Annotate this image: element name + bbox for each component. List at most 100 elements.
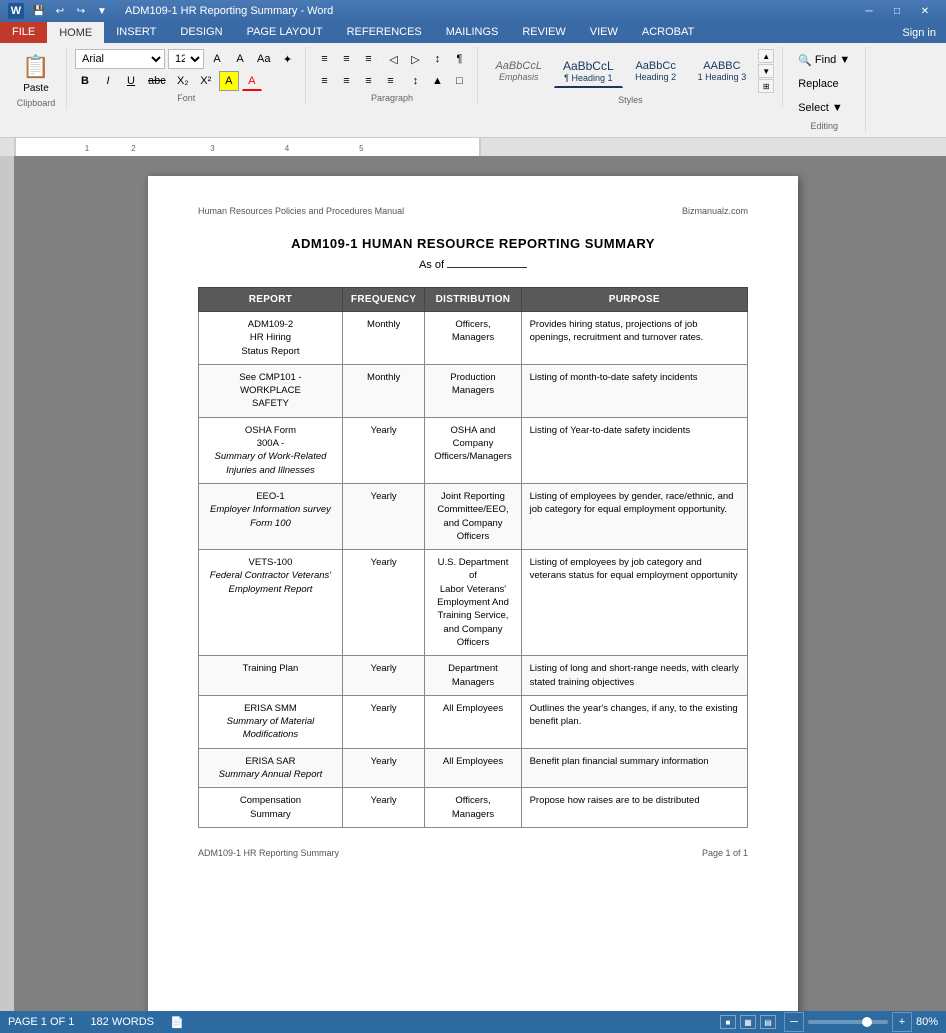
customize-icon[interactable]: ▼ [93, 2, 111, 20]
decrease-indent-button[interactable]: ◁ [383, 49, 403, 69]
close-button[interactable]: ✕ [912, 0, 938, 22]
align-right-button[interactable]: ≡ [358, 71, 378, 91]
vertical-ruler [0, 156, 14, 1011]
table-header-row: REPORT FREQUENCY DISTRIBUTION PURPOSE [199, 288, 748, 312]
report-cell: Training Plan [199, 656, 343, 696]
clipboard-group: 📋 Paste Clipboard [6, 47, 67, 110]
svg-text:1: 1 [85, 144, 90, 153]
table-row: ADM109-2HR HiringStatus Report Monthly O… [199, 312, 748, 365]
font-group: Arial 12 A A Aa ✦ B I U abc X₂ X² [67, 47, 306, 105]
bold-button[interactable]: B [75, 71, 95, 91]
tab-file[interactable]: FILE [0, 22, 47, 43]
zoom-in-button[interactable]: + [892, 1012, 912, 1032]
strikethrough-button[interactable]: abc [144, 71, 170, 91]
frequency-cell: Monthly [342, 312, 424, 365]
line-spacing-button[interactable]: ↕ [405, 71, 425, 91]
redo-icon[interactable]: ↪ [72, 2, 90, 20]
web-layout-view[interactable]: ▤ [760, 1015, 776, 1029]
report-cell: ERISA SARSummary Annual Report [199, 748, 343, 788]
font-shrink-button[interactable]: A [230, 49, 250, 69]
style-heading1[interactable]: AaBbCcL ¶ Heading 1 [554, 55, 623, 88]
report-cell: See CMP101 -WORKPLACESAFETY [199, 364, 343, 417]
sign-in[interactable]: Sign in [892, 22, 946, 43]
styles-scroll-up[interactable]: ▲ [758, 49, 774, 63]
multilevel-button[interactable]: ≡ [358, 49, 378, 69]
font-family-select[interactable]: Arial [75, 49, 165, 69]
style-emphasis[interactable]: AaBbCcL Emphasis [486, 56, 550, 86]
center-button[interactable]: ≡ [336, 71, 356, 91]
italic-button[interactable]: I [98, 71, 118, 91]
bullets-button[interactable]: ≡ [314, 49, 334, 69]
tab-home[interactable]: HOME [47, 22, 104, 43]
find-button[interactable]: 🔍 Find ▼ [791, 49, 857, 71]
increase-indent-button[interactable]: ▷ [405, 49, 425, 69]
tab-view[interactable]: VIEW [578, 22, 630, 43]
header-left: Human Resources Policies and Procedures … [198, 206, 404, 216]
tab-insert[interactable]: INSERT [104, 22, 168, 43]
zoom-out-button[interactable]: ─ [784, 1012, 804, 1032]
tab-references[interactable]: REFERENCES [335, 22, 434, 43]
title-bar-left: W 💾 ↩ ↪ ▼ ADM109-1 HR Reporting Summary … [8, 2, 333, 20]
zoom-slider[interactable] [808, 1020, 888, 1024]
text-highlight-button[interactable]: A [219, 71, 239, 91]
purpose-cell: Listing of employees by gender, race/eth… [521, 483, 747, 549]
zoom-level: 80% [916, 1016, 938, 1028]
print-layout-view[interactable]: ■ [720, 1015, 736, 1029]
tab-acrobat[interactable]: ACROBAT [630, 22, 706, 43]
save-icon[interactable]: 💾 [30, 2, 48, 20]
full-screen-view[interactable]: ▦ [740, 1015, 756, 1029]
table-row: VETS-100Federal Contractor Veterans' Emp… [199, 550, 748, 656]
replace-label: Replace [798, 78, 838, 90]
ribbon: HOME FILE INSERT DESIGN PAGE LAYOUT REFE… [0, 22, 946, 138]
font-clear-button[interactable]: ✦ [277, 49, 297, 69]
styles-scroll-down[interactable]: ▼ [758, 64, 774, 78]
frequency-cell: Yearly [342, 656, 424, 696]
maximize-button[interactable]: □ [884, 0, 910, 22]
font-color-button[interactable]: A [242, 71, 262, 91]
replace-button[interactable]: Replace [791, 73, 857, 95]
table-row: OSHA Form300A -Summary of Work-Related I… [199, 417, 748, 483]
align-left-button[interactable]: ≡ [314, 71, 334, 91]
tab-review[interactable]: REVIEW [510, 22, 577, 43]
font-size-select[interactable]: 12 [168, 49, 204, 69]
select-button[interactable]: Select ▼ [791, 97, 857, 119]
frequency-cell: Yearly [342, 483, 424, 549]
distribution-cell: All Employees [425, 748, 521, 788]
table-row: Training Plan Yearly DepartmentManagers … [199, 656, 748, 696]
shading-button[interactable]: ▲ [427, 71, 447, 91]
distribution-cell: U.S. Department ofLabor Veterans'Employm… [425, 550, 521, 656]
styles-expand[interactable]: ⊞ [758, 79, 774, 93]
distribution-cell: All Employees [425, 695, 521, 748]
report-cell: CompensationSummary [199, 788, 343, 828]
superscript-button[interactable]: X² [196, 71, 216, 91]
clipboard-controls: 📋 Paste [14, 49, 58, 96]
paste-button[interactable]: 📋 Paste [14, 49, 58, 96]
subscript-button[interactable]: X₂ [173, 71, 193, 91]
underline-button[interactable]: U [121, 71, 141, 91]
purpose-cell: Listing of Year-to-date safety incidents [521, 417, 747, 483]
font-case-button[interactable]: Aa [253, 49, 274, 69]
svg-text:2: 2 [131, 144, 136, 153]
font-grow-button[interactable]: A [207, 49, 227, 69]
undo-icon[interactable]: ↩ [51, 2, 69, 20]
tab-mailings[interactable]: MAILINGS [434, 22, 511, 43]
sort-button[interactable]: ↕ [427, 49, 447, 69]
purpose-cell: Propose how raises are to be distributed [521, 788, 747, 828]
header-right: Bizmanualz.com [682, 206, 748, 216]
para-row-1: ≡ ≡ ≡ ◁ ▷ ↕ ¶ [314, 49, 469, 69]
find-label: Find ▼ [815, 54, 850, 66]
style-heading3[interactable]: AABBC 1 Heading 3 [689, 56, 756, 86]
justify-button[interactable]: ≡ [380, 71, 400, 91]
report-cell: EEO-1Employer Information survey Form 10… [199, 483, 343, 549]
frequency-cell: Yearly [342, 417, 424, 483]
window-title: ADM109-1 HR Reporting Summary - Word [125, 5, 333, 17]
style-heading2[interactable]: AaBbCc Heading 2 [626, 56, 686, 86]
tab-design[interactable]: DESIGN [168, 22, 234, 43]
borders-button[interactable]: □ [449, 71, 469, 91]
tab-page-layout[interactable]: PAGE LAYOUT [235, 22, 335, 43]
minimize-button[interactable]: ─ [856, 0, 882, 22]
frequency-cell: Yearly [342, 550, 424, 656]
show-hide-button[interactable]: ¶ [449, 49, 469, 69]
report-cell: VETS-100Federal Contractor Veterans' Emp… [199, 550, 343, 656]
numbering-button[interactable]: ≡ [336, 49, 356, 69]
